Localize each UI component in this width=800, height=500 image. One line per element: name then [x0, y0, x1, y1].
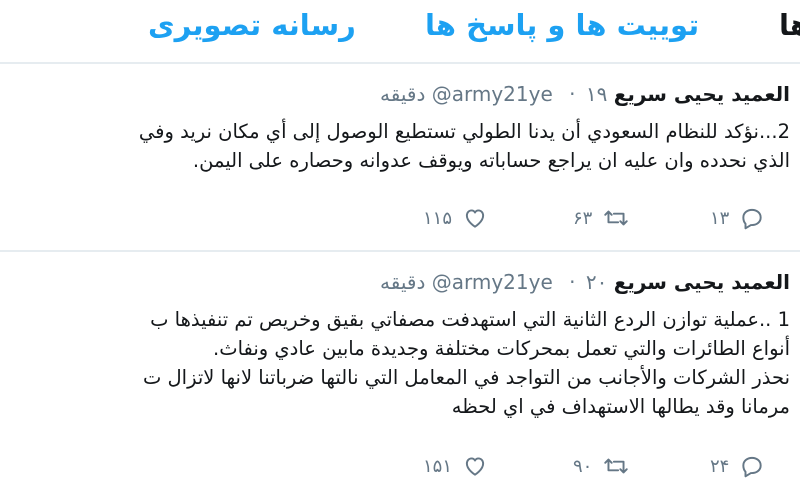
- tweet-text-line: 1 ..عملية توازن الردع الثانية التي استهد…: [150, 308, 790, 331]
- retweet-button[interactable]: ۶۳: [573, 200, 630, 236]
- tweet-text: 2...نؤكد للنظام السعودي أن يدنا الطولي ت…: [139, 117, 790, 175]
- tweet-text-line: 2...نؤكد للنظام السعودي أن يدنا الطولي ت…: [138, 120, 790, 143]
- tweet-header: العميد يحيى سريع @army21ye · ۲۰ دقیقه: [380, 270, 790, 294]
- tweet[interactable]: العميد يحيى سريع @army21ye · ۱۹ دقیقه 2.…: [0, 64, 800, 250]
- like-count: ۱۱۵: [423, 207, 453, 229]
- author-name[interactable]: العميد يحيى سريع: [614, 270, 790, 294]
- reply-count: ۲۴: [710, 455, 730, 477]
- tab-tweets[interactable]: ها: [779, 8, 800, 42]
- reply-button[interactable]: ۱۳: [710, 200, 765, 236]
- tweet-actions: ۲۴ ۹۰ ۱۵۱: [0, 448, 800, 484]
- tweet-text-line: نحذر الشركات والأجانب من التواجد في المع…: [142, 366, 790, 389]
- like-count: ۱۵۱: [423, 455, 453, 477]
- retweet-icon: [602, 205, 630, 231]
- profile-tabs: ها توییت ها و پاسخ ها رسانه تصویری: [0, 0, 800, 64]
- like-button[interactable]: ۱۵۱: [423, 448, 488, 484]
- heart-icon: [462, 453, 488, 479]
- retweet-count: ۹۰: [573, 455, 593, 477]
- tweet-text-line: مرمانا وقد يطالها الاستهداف في اي لحظه: [451, 395, 790, 418]
- reply-icon: [739, 205, 765, 231]
- tweet-header: العميد يحيى سريع @army21ye · ۱۹ دقیقه: [380, 82, 790, 106]
- author-handle[interactable]: @army21ye: [432, 270, 553, 294]
- reply-button[interactable]: ۲۴: [710, 448, 765, 484]
- tweet[interactable]: العميد يحيى سريع @army21ye · ۲۰ دقیقه 1 …: [0, 252, 800, 500]
- author-handle[interactable]: @army21ye: [432, 82, 553, 106]
- tab-media[interactable]: رسانه تصویری: [148, 8, 356, 42]
- tweet-text-line: أنواع الطائرات والتي تعمل بمحركات مختلفة…: [213, 337, 790, 360]
- author-name[interactable]: العميد يحيى سريع: [614, 82, 790, 106]
- retweet-button[interactable]: ۹۰: [573, 448, 630, 484]
- tweet-text-line: الذي نحدده وان عليه ان يراجع حساباته ويو…: [192, 149, 790, 172]
- reply-icon: [739, 453, 765, 479]
- retweet-icon: [602, 453, 630, 479]
- heart-icon: [462, 205, 488, 231]
- reply-count: ۱۳: [710, 207, 730, 229]
- separator-dot: ·: [569, 270, 576, 294]
- retweet-count: ۶۳: [573, 207, 593, 229]
- separator-dot: ·: [569, 82, 576, 106]
- tweet-text: 1 ..عملية توازن الردع الثانية التي استهد…: [143, 305, 790, 421]
- tweet-actions: ۱۳ ۶۳ ۱۱۵: [0, 200, 800, 236]
- tab-tweets-and-replies[interactable]: توییت ها و پاسخ ها: [425, 8, 699, 42]
- like-button[interactable]: ۱۱۵: [423, 200, 488, 236]
